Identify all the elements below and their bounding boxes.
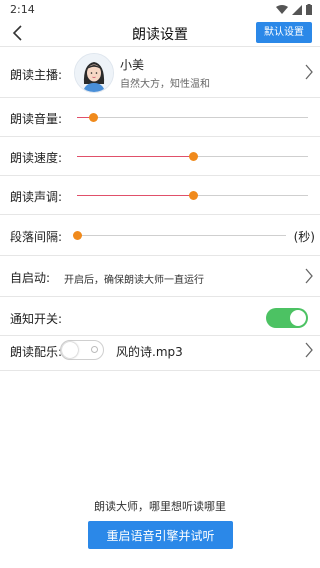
pitch-slider-fill [77,195,193,196]
status-bar: 2:14 [0,0,320,20]
paragraph-row: 段落间隔: (秒) [0,215,320,256]
notify-label: 通知开关: [10,312,63,326]
pitch-slider-thumb[interactable] [188,191,198,200]
paragraph-slider[interactable] [73,231,286,240]
speed-slider-thumb[interactable] [188,152,198,161]
paragraph-label: 段落间隔: [10,230,63,244]
nav-bar: 朗读设置 默认设置 [0,20,320,47]
pitch-slider[interactable] [77,191,308,200]
music-toggle[interactable] [60,340,104,360]
chevron-right-icon[interactable] [304,342,314,358]
speed-label: 朗读速度: [10,151,63,165]
status-icons [276,4,312,15]
paragraph-unit: (秒) [293,230,315,244]
notify-toggle-knob [290,310,306,326]
pitch-label: 朗读声调: [10,190,63,204]
avatar [74,53,114,93]
music-label: 朗读配乐: [10,345,63,359]
autostart-text: 开启后，确保朗读大师一直运行 [64,275,204,286]
avatar-illustration [75,54,113,92]
wifi-icon [276,4,288,14]
autostart-label: 自启动: [10,271,51,285]
paragraph-slider-thumb[interactable] [73,231,82,240]
status-time: 2:14 [10,3,35,16]
restart-engine-button[interactable]: 重启语音引擎并试听 [88,521,233,549]
footer-slogan: 朗读大师，哪里想听读哪里 [94,500,226,513]
volume-row: 朗读音量: [0,98,320,137]
anchor-row[interactable]: 朗读主播: 小美 自然大方，知性温和 [0,47,320,98]
volume-slider-thumb[interactable] [89,113,99,122]
battery-icon [306,4,312,15]
pitch-row: 朗读声调: [0,176,320,215]
volume-slider[interactable] [77,113,308,122]
speed-slider-fill [77,156,193,157]
music-toggle-knob [62,342,78,358]
anchor-description: 自然大方，知性温和 [120,79,210,90]
anchor-name: 小美 [120,58,145,72]
default-settings-button[interactable]: 默认设置 [256,22,312,43]
chevron-right-icon [305,64,313,80]
anchor-label: 朗读主播: [10,68,63,82]
notify-toggle[interactable] [266,308,308,328]
music-row: 朗读配乐: 风的诗.mp3 [0,336,320,371]
music-file[interactable]: 风的诗.mp3 [116,343,183,360]
volume-label: 朗读音量: [10,112,63,126]
speed-row: 朗读速度: [0,137,320,176]
signal-icon [292,4,302,15]
music-toggle-off-indicator [91,346,98,353]
autostart-row[interactable]: 自启动: 开启后，确保朗读大师一直运行 [0,256,320,297]
chevron-right-icon [305,268,313,284]
speed-slider[interactable] [77,152,308,161]
